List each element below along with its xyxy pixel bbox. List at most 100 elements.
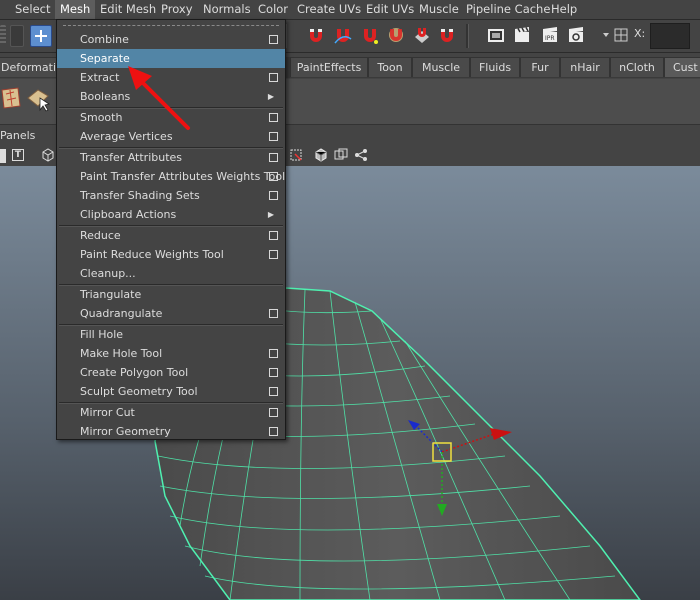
menu-item-label: Mirror Geometry	[80, 425, 171, 438]
menu-item-clipboard-actions[interactable]: Clipboard Actions ▶	[57, 205, 285, 224]
menu-item-label: Booleans	[80, 90, 131, 103]
menu-item-label: Create Polygon Tool	[80, 366, 189, 379]
option-box-icon[interactable]	[269, 408, 278, 417]
menu-item-triangulate[interactable]: Triangulate	[57, 285, 285, 304]
option-box-icon[interactable]	[269, 387, 278, 396]
menu-item-quadrangulate[interactable]: Quadrangulate	[57, 304, 285, 323]
tab-deformation[interactable]: Deformation	[0, 57, 58, 77]
option-box-icon[interactable]	[269, 231, 278, 240]
plus-icon	[35, 30, 47, 42]
view-text-icon[interactable]: T	[12, 149, 24, 161]
menu-normals[interactable]: Normals	[198, 0, 256, 19]
menu-item-create-polygon-tool[interactable]: Create Polygon Tool	[57, 363, 285, 382]
option-box-icon[interactable]	[269, 35, 278, 44]
tab-fluids[interactable]: Fluids	[470, 57, 520, 77]
menu-item-cleanup[interactable]: Cleanup...	[57, 264, 285, 283]
menu-item-label: Smooth	[80, 111, 123, 124]
view-joint-xray-icon[interactable]	[354, 148, 368, 162]
tab-custom[interactable]: Cust	[664, 57, 700, 77]
tab-fur[interactable]: Fur	[520, 57, 560, 77]
x-coordinate-field[interactable]	[650, 23, 690, 49]
tab-toon[interactable]: Toon	[368, 57, 412, 77]
menu-item-average-vertices[interactable]: Average Vertices	[57, 127, 285, 146]
option-box-icon[interactable]	[269, 368, 278, 377]
option-box-icon[interactable]	[269, 427, 278, 436]
render-settings-icon[interactable]	[566, 25, 586, 45]
menu-item-sculpt-geometry-tool[interactable]: Sculpt Geometry Tool	[57, 382, 285, 401]
snap-component-icon[interactable]	[30, 25, 52, 47]
menu-item-combine[interactable]: Combine	[57, 30, 285, 49]
option-box-icon[interactable]	[269, 250, 278, 259]
expand-arrow-icon[interactable]	[602, 25, 610, 45]
menu-item-label: Triangulate	[80, 288, 142, 301]
menu-item-label: Separate	[80, 52, 130, 65]
view-isolate-select-icon[interactable]	[289, 148, 303, 162]
option-box-icon[interactable]	[269, 153, 278, 162]
menu-mesh[interactable]: Mesh	[55, 0, 96, 19]
tab-ncloth[interactable]: nCloth	[610, 57, 664, 77]
snap-grid-magnet-icon[interactable]	[306, 25, 326, 45]
ipr-render-icon[interactable]: IPR	[540, 25, 560, 45]
menu-item-extract[interactable]: Extract	[57, 68, 285, 87]
menu-item-label: Transfer Shading Sets	[80, 189, 200, 202]
option-box-icon[interactable]	[269, 73, 278, 82]
panels-menu[interactable]: Panels	[0, 125, 35, 146]
menu-item-label: Reduce	[80, 229, 121, 242]
menu-item-label: Fill Hole	[80, 328, 124, 341]
menu-item-label: Transfer Attributes	[80, 151, 183, 164]
svg-text:IPR: IPR	[545, 35, 555, 42]
menu-item-make-hole-tool[interactable]: Make Hole Tool	[57, 344, 285, 363]
snap-view-plane-icon[interactable]	[386, 25, 406, 45]
render-view-icon[interactable]	[486, 25, 506, 45]
menu-select[interactable]: Select	[10, 0, 55, 19]
option-box-icon[interactable]	[269, 191, 278, 200]
tab-nhair[interactable]: nHair	[560, 57, 610, 77]
menu-item-label: Quadrangulate	[80, 307, 163, 320]
absolute-transform-icon[interactable]	[613, 25, 629, 45]
snap-curve-magnet-icon[interactable]	[333, 25, 353, 45]
snap-magnet-icon[interactable]	[437, 25, 457, 45]
menu-color[interactable]: Color	[253, 0, 293, 19]
menu-item-smooth[interactable]: Smooth	[57, 108, 285, 127]
snap-point-magnet-icon[interactable]	[360, 25, 380, 45]
menu-item-label: Combine	[80, 33, 129, 46]
menu-item-paint-transfer-attributes-weights-tool[interactable]: Paint Transfer Attributes Weights Tool	[57, 167, 285, 186]
option-box-icon[interactable]	[269, 309, 278, 318]
menu-item-separate[interactable]: Separate	[57, 49, 285, 68]
menu-proxy[interactable]: Proxy	[156, 0, 198, 19]
menu-item-paint-reduce-weights-tool[interactable]: Paint Reduce Weights Tool	[57, 245, 285, 264]
shelf-wrap-tool-icon[interactable]	[26, 86, 52, 112]
tab-muscle[interactable]: Muscle	[412, 57, 470, 77]
menu-pipeline-cache[interactable]: Pipeline Cache	[461, 0, 555, 19]
shelf-lattice-tool-icon[interactable]	[0, 86, 22, 112]
view-cube-icon[interactable]	[41, 148, 55, 162]
snap-live-surface-icon[interactable]	[412, 25, 432, 45]
menu-item-label: Mirror Cut	[80, 406, 135, 419]
menu-tear-off[interactable]	[63, 25, 279, 26]
menu-item-transfer-attributes[interactable]: Transfer Attributes	[57, 148, 285, 167]
view-wireframe-on-shaded-icon[interactable]	[334, 148, 348, 162]
menu-item-booleans[interactable]: Booleans ▶	[57, 87, 285, 106]
option-box-icon[interactable]	[269, 132, 278, 141]
view-select-camera-icon[interactable]	[0, 149, 6, 163]
menu-item-fill-hole[interactable]: Fill Hole	[57, 325, 285, 344]
menu-edit-mesh[interactable]: Edit Mesh	[95, 0, 161, 19]
menu-item-label: Cleanup...	[80, 267, 136, 280]
menu-item-mirror-cut[interactable]: Mirror Cut	[57, 403, 285, 422]
menu-item-transfer-shading-sets[interactable]: Transfer Shading Sets	[57, 186, 285, 205]
option-box-icon[interactable]	[269, 113, 278, 122]
option-box-icon[interactable]	[269, 349, 278, 358]
menu-create-uvs[interactable]: Create UVs	[292, 0, 366, 19]
tab-painteffects[interactable]: PaintEffects	[290, 57, 368, 77]
collapse-toggle-icon[interactable]	[10, 25, 24, 47]
menu-muscle[interactable]: Muscle	[414, 0, 464, 19]
menu-item-label: Sculpt Geometry Tool	[80, 385, 198, 398]
view-xray-icon[interactable]	[314, 148, 328, 162]
render-clapper-icon[interactable]	[512, 25, 532, 45]
menu-edit-uvs[interactable]: Edit UVs	[361, 0, 419, 19]
menu-item-reduce[interactable]: Reduce	[57, 226, 285, 245]
option-box-icon[interactable]	[269, 172, 278, 181]
menu-help[interactable]: Help	[546, 0, 582, 19]
menu-item-label: Clipboard Actions	[80, 208, 177, 221]
menu-item-mirror-geometry[interactable]: Mirror Geometry	[57, 422, 285, 441]
